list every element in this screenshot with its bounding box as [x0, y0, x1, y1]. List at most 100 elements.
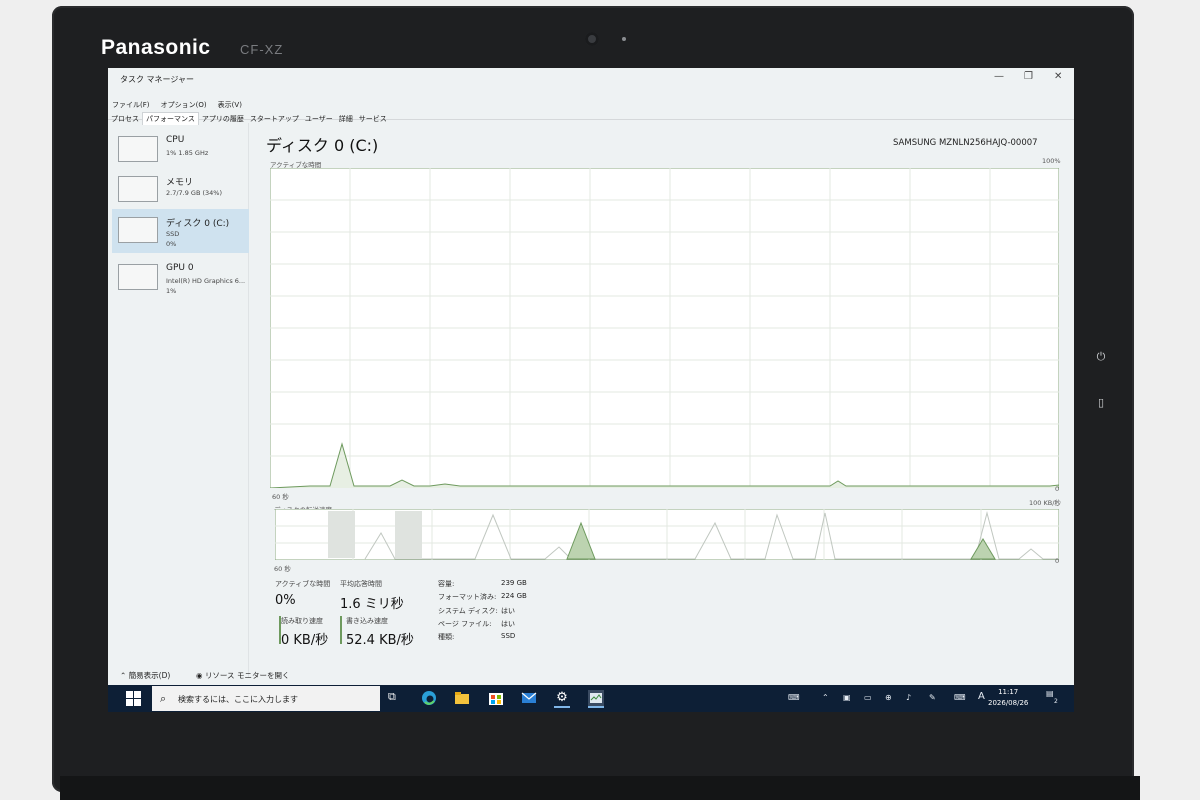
- webcam-indicator: [622, 37, 626, 41]
- prop-key: 種類:: [438, 633, 455, 641]
- network-globe-icon[interactable]: ⊕: [885, 693, 892, 702]
- prop-value: 239 GB: [501, 579, 527, 587]
- edge-browser-icon[interactable]: [421, 690, 437, 706]
- taskbar-search-box[interactable]: ⌕ 検索するには、ここに入力します: [152, 686, 380, 711]
- minimize-button[interactable]: —: [994, 71, 1004, 82]
- mail-icon[interactable]: [521, 690, 537, 706]
- task-manager-taskbar-icon[interactable]: [588, 690, 604, 708]
- laptop-base-edge: [60, 776, 1140, 800]
- sidebar-item-usage: 0%: [166, 240, 177, 248]
- graph1-time: 60 秒: [272, 493, 289, 501]
- title-bar: タスク マネージャー — ❐ ✕: [108, 68, 1074, 88]
- battery-icon[interactable]: ▭: [864, 693, 872, 702]
- prop-key: システム ディスク:: [438, 607, 498, 615]
- pen-icon[interactable]: ✎: [929, 693, 936, 702]
- sidebar-item-title: メモリ: [166, 178, 194, 188]
- taskbar-clock[interactable]: 11:17 2026/08/26: [988, 687, 1028, 709]
- graph2-time: 60 秒: [274, 565, 291, 573]
- memory-thumbnail-graph: [118, 176, 158, 202]
- screen: タスク マネージャー — ❐ ✕ ファイル(F) オプション(O) 表示(V) …: [108, 68, 1074, 712]
- model-label: CF-XZ: [240, 42, 284, 57]
- power-button-icon[interactable]: ⏻: [1095, 350, 1107, 364]
- write-series-marker: [340, 616, 342, 644]
- store-icon[interactable]: [488, 690, 504, 706]
- prop-key: フォーマット済み:: [438, 593, 497, 601]
- tab-details[interactable]: 詳細: [336, 113, 356, 125]
- gpu-thumbnail-graph: [118, 264, 158, 290]
- graph2-max: 100 KB/秒: [1029, 499, 1061, 507]
- stat-write-label: 書き込み速度: [346, 617, 388, 625]
- sidebar-item-memory[interactable]: メモリ 2.7/7.9 GB (34%): [112, 168, 249, 212]
- webcam: [585, 32, 599, 46]
- sidebar-item-detail: Intel(R) HD Graphics 6...: [166, 277, 246, 285]
- ime-indicator[interactable]: A: [978, 691, 985, 702]
- tab-services[interactable]: サービス: [356, 113, 390, 125]
- maximize-button[interactable]: ❐: [1024, 71, 1033, 82]
- sidebar-item-usage: 1%: [166, 287, 177, 295]
- prop-value: 224 GB: [501, 592, 527, 600]
- taskbar: ⌕ 検索するには、ここに入力します ⧉ ⚙ ⌨ ⌃ ▣ ▭ ⊕ ♪ ✎ ⌨ A …: [108, 685, 1074, 712]
- sidebar-item-cpu[interactable]: CPU 1% 1.85 GHz: [112, 128, 249, 172]
- cpu-thumbnail-graph: [118, 136, 158, 162]
- menu-bar: ファイル(F) オプション(O) 表示(V): [112, 92, 248, 109]
- volume-icon[interactable]: ♪: [906, 693, 911, 702]
- active-time-graph: [270, 168, 1059, 488]
- tab-startup[interactable]: スタートアップ: [247, 113, 302, 125]
- settings-gear-icon[interactable]: ⚙: [554, 690, 570, 708]
- graph1-max: 100%: [1042, 157, 1061, 165]
- graph1-min: 0: [1055, 485, 1060, 493]
- chevron-up-icon: ⌃: [120, 671, 127, 680]
- prop-value: はい: [501, 607, 515, 615]
- brand-logo: Panasonic: [101, 36, 211, 59]
- window-title: タスク マネージャー: [120, 75, 194, 84]
- tab-users[interactable]: ユーザー: [302, 113, 336, 125]
- graph2-min: 0: [1055, 557, 1060, 565]
- sidebar-item-gpu[interactable]: GPU 0 Intel(R) HD Graphics 6... 1%: [112, 256, 249, 300]
- prop-value: はい: [501, 620, 515, 628]
- start-button[interactable]: [126, 691, 142, 707]
- notification-center-icon[interactable]: ▤: [1046, 689, 1054, 698]
- resource-sidebar: CPU 1% 1.85 GHz メモリ 2.7/7.9 GB (34%) ディス…: [108, 123, 249, 678]
- clock-date: 2026/08/26: [988, 699, 1029, 707]
- stat-write-value: 52.4 KB/秒: [346, 633, 414, 648]
- clock-time: 11:17: [998, 688, 1019, 696]
- sidebar-item-detail: 2.7/7.9 GB (34%): [166, 189, 223, 197]
- transfer-rate-graph: [275, 509, 1059, 560]
- notification-count: 2: [1054, 698, 1058, 705]
- windows-logo-icon: [126, 691, 133, 698]
- sidebar-item-title: ディスク 0 (C:): [166, 219, 230, 229]
- resource-monitor-label: リソース モニターを開く: [204, 671, 290, 680]
- page-title: ディスク 0 (C:): [266, 136, 379, 155]
- keyboard-icon[interactable]: ⌨: [954, 693, 966, 702]
- battery-indicator-icon: ▯: [1097, 396, 1105, 409]
- stat-read-value: 0 KB/秒: [281, 633, 329, 648]
- resource-monitor-link[interactable]: ◉ リソース モニターを開く: [196, 670, 289, 681]
- simple-view-label: 簡易表示(D): [128, 671, 171, 680]
- chevron-up-icon[interactable]: ⌃: [822, 693, 829, 702]
- sidebar-item-title: GPU 0: [166, 263, 194, 273]
- prop-value: SSD: [501, 632, 516, 640]
- sidebar-item-disk[interactable]: ディスク 0 (C:) SSD 0%: [112, 209, 249, 253]
- keyboard-touch-icon[interactable]: ⌨: [788, 693, 800, 702]
- sidebar-item-detail: 1% 1.85 GHz: [166, 149, 209, 157]
- file-explorer-icon[interactable]: [454, 690, 470, 706]
- stat-read-label: 読み取り速度: [281, 617, 323, 625]
- simple-view-link[interactable]: ⌃ 簡易表示(D): [120, 670, 170, 681]
- close-button[interactable]: ✕: [1054, 71, 1062, 82]
- prop-key: ページ ファイル:: [438, 620, 492, 628]
- task-view-icon[interactable]: ⧉: [388, 690, 404, 706]
- stat-active-value: 0%: [275, 593, 296, 608]
- prop-key: 容量:: [438, 580, 455, 588]
- search-icon: ⌕: [160, 692, 167, 705]
- stat-active-label: アクティブな時間: [275, 580, 331, 588]
- disk-thumbnail-graph: [118, 217, 158, 243]
- sidebar-item-title: CPU: [166, 135, 185, 145]
- resource-monitor-icon: ◉: [196, 671, 203, 680]
- stat-response-label: 平均応答時間: [340, 580, 382, 588]
- device-icon[interactable]: ▣: [843, 693, 851, 702]
- search-placeholder: 検索するには、ここに入力します: [178, 695, 298, 704]
- tab-bar: プロセス パフォーマンス アプリの履歴 スタートアップ ユーザー 詳細 サービス: [108, 106, 1074, 125]
- sidebar-item-detail: SSD: [166, 230, 180, 238]
- stat-response-value: 1.6 ミリ秒: [340, 597, 404, 612]
- device-model: SAMSUNG MZNLN256HAJQ-00007: [893, 138, 1038, 148]
